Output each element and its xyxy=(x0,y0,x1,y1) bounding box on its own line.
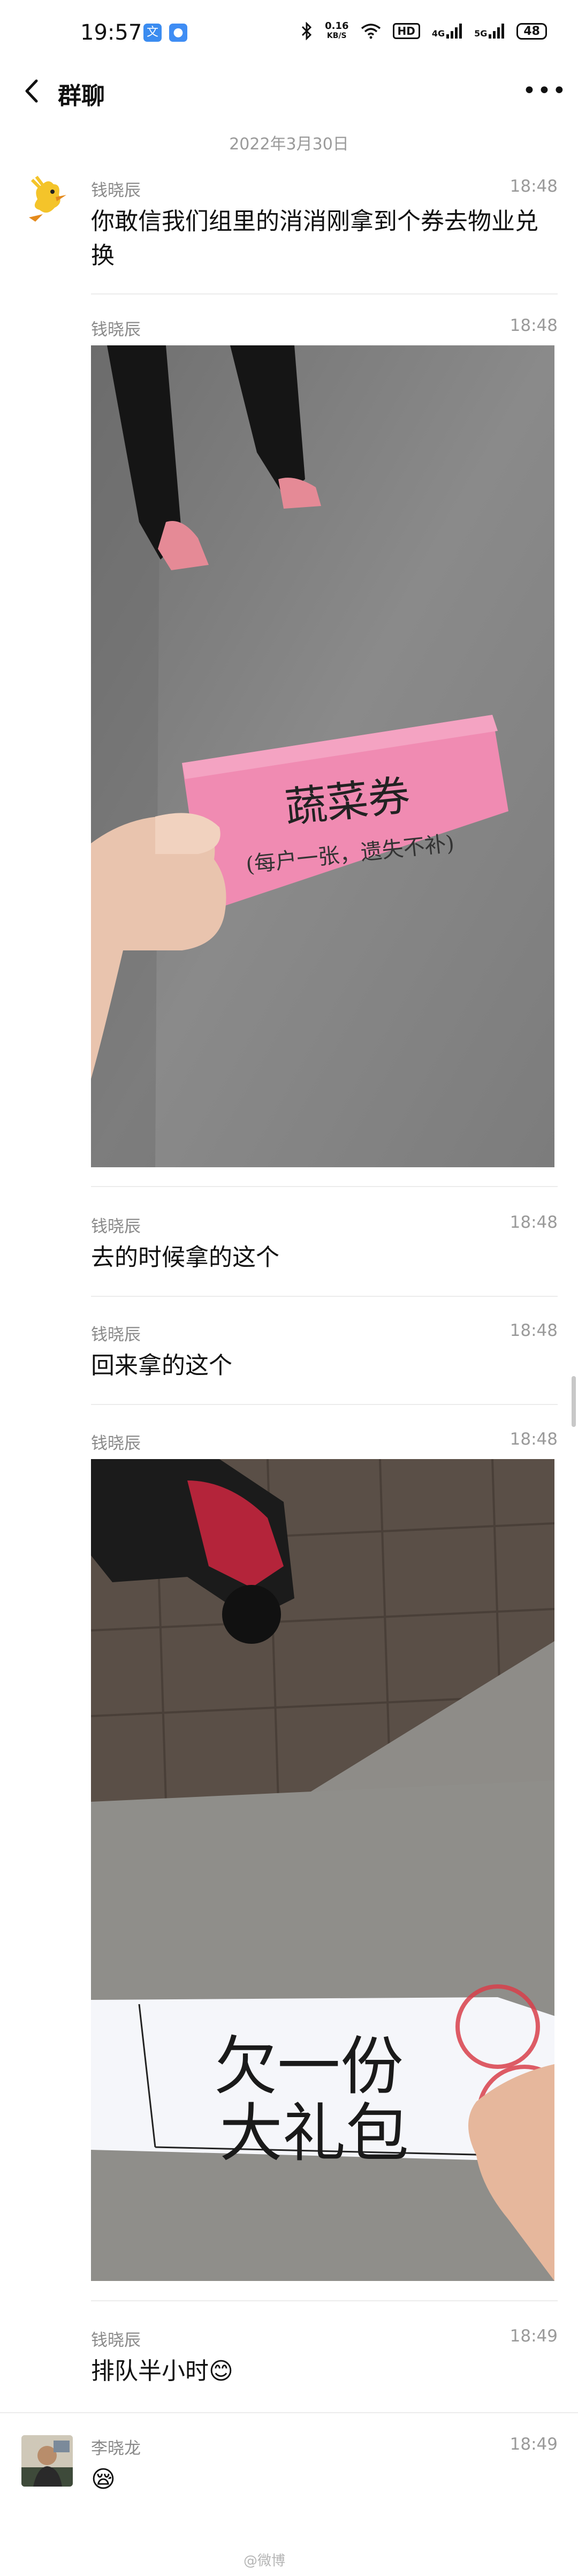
coupon-line-2: 大礼包 xyxy=(219,2096,409,2170)
hd-badge: HD xyxy=(392,23,420,39)
avatar[interactable] xyxy=(21,2435,73,2487)
signal-icon: 4G xyxy=(432,24,462,39)
message-text[interactable]: 排队半小时😊 xyxy=(91,2354,546,2389)
network-speed: 0.16 KB/S xyxy=(325,20,349,41)
app-notification-icon: 文 xyxy=(143,24,162,42)
battery-icon: 48 xyxy=(516,22,547,40)
message-notification-icon: ● xyxy=(169,24,187,42)
chat-title: 群聊 xyxy=(58,82,105,110)
message-time: 18:48 xyxy=(509,1213,558,1232)
bluetooth-icon xyxy=(302,22,312,40)
message-text[interactable]: 😪 xyxy=(91,2462,546,2497)
message-time: 18:48 xyxy=(509,1430,558,1449)
date-divider: 2022年3月30日 xyxy=(229,135,349,154)
message-time: 18:49 xyxy=(509,2326,558,2346)
message-time: 18:48 xyxy=(509,1321,558,1340)
signal-icon-2: 5G xyxy=(474,24,505,39)
sender-name: 钱晓辰 xyxy=(91,2331,141,2350)
message-time: 18:48 xyxy=(509,177,558,196)
avatar[interactable] xyxy=(21,172,73,224)
message-divider xyxy=(91,1296,558,1297)
scrollbar-thumb[interactable] xyxy=(572,1376,576,1427)
message-time: 18:48 xyxy=(509,316,558,335)
chat-header: 群聊 ••• xyxy=(0,62,578,120)
message-time: 18:49 xyxy=(509,2435,558,2454)
image-message[interactable]: 欠一份 大礼包 xyxy=(91,1459,554,2281)
sender-name: 钱晓辰 xyxy=(91,320,141,339)
watermark: @微博 xyxy=(244,2553,286,2569)
message-divider xyxy=(91,1404,558,1405)
message-divider xyxy=(91,2300,558,2301)
sender-name: 钱晓辰 xyxy=(91,1434,141,1453)
sender-name: 钱晓辰 xyxy=(91,1217,141,1236)
image-message[interactable]: 蔬菜券 (每户一张，遗失不补) xyxy=(91,345,554,1167)
message-text[interactable]: 去的时候拿的这个 xyxy=(91,1241,546,1275)
coupon-line-1: 欠一份 xyxy=(214,2029,404,2103)
status-time: 19:57 xyxy=(80,20,142,45)
wifi-icon xyxy=(361,24,381,39)
message-divider xyxy=(91,1186,558,1187)
message-text[interactable]: 你敢信我们组里的消消刚拿到个券去物业兑换 xyxy=(91,205,541,273)
sender-name: 李晓龙 xyxy=(91,2439,141,2458)
more-dots-icon[interactable]: ••• xyxy=(522,79,566,103)
message-divider xyxy=(91,293,558,294)
sender-name: 钱晓辰 xyxy=(91,181,141,200)
chevron-left-icon[interactable] xyxy=(20,78,44,104)
message-text[interactable]: 回来拿的这个 xyxy=(91,1349,546,1383)
status-bar: 19:57 文 ● 0.16 KB/S HD 4G 5G 48 xyxy=(0,0,578,64)
section-divider xyxy=(0,2412,578,2413)
sender-name: 钱晓辰 xyxy=(91,1325,141,1344)
